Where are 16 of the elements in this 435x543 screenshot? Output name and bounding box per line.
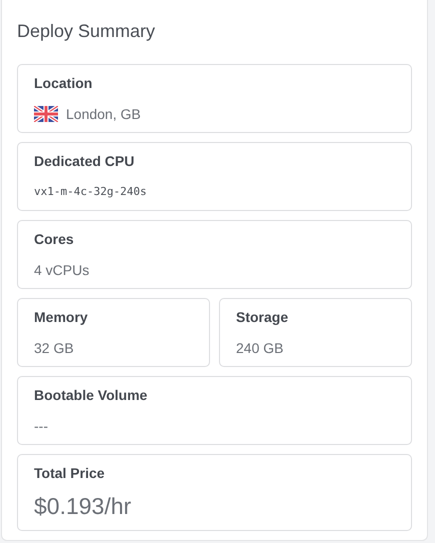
field-label: Cores <box>34 230 75 248</box>
field-label: Bootable Volume <box>34 386 148 404</box>
flag-icon <box>34 106 58 122</box>
price-value: $0.193/hr <box>34 492 132 520</box>
field-value: 240 GB <box>236 339 284 357</box>
field-value: vx1-m-4c-32g-240s <box>34 184 148 200</box>
field-label: Memory <box>34 308 89 326</box>
field-label: Total Price <box>34 464 106 482</box>
field-label: Storage <box>236 308 290 326</box>
field-value: 32 GB <box>34 339 75 357</box>
field-label: Location <box>34 74 94 92</box>
card-title: Deploy Summary <box>17 20 156 43</box>
field-label: Dedicated CPU <box>34 152 136 170</box>
field-value: 4 vCPUs <box>34 261 90 279</box>
field-value: --- <box>34 417 49 435</box>
field-value: London, GB <box>66 105 141 123</box>
